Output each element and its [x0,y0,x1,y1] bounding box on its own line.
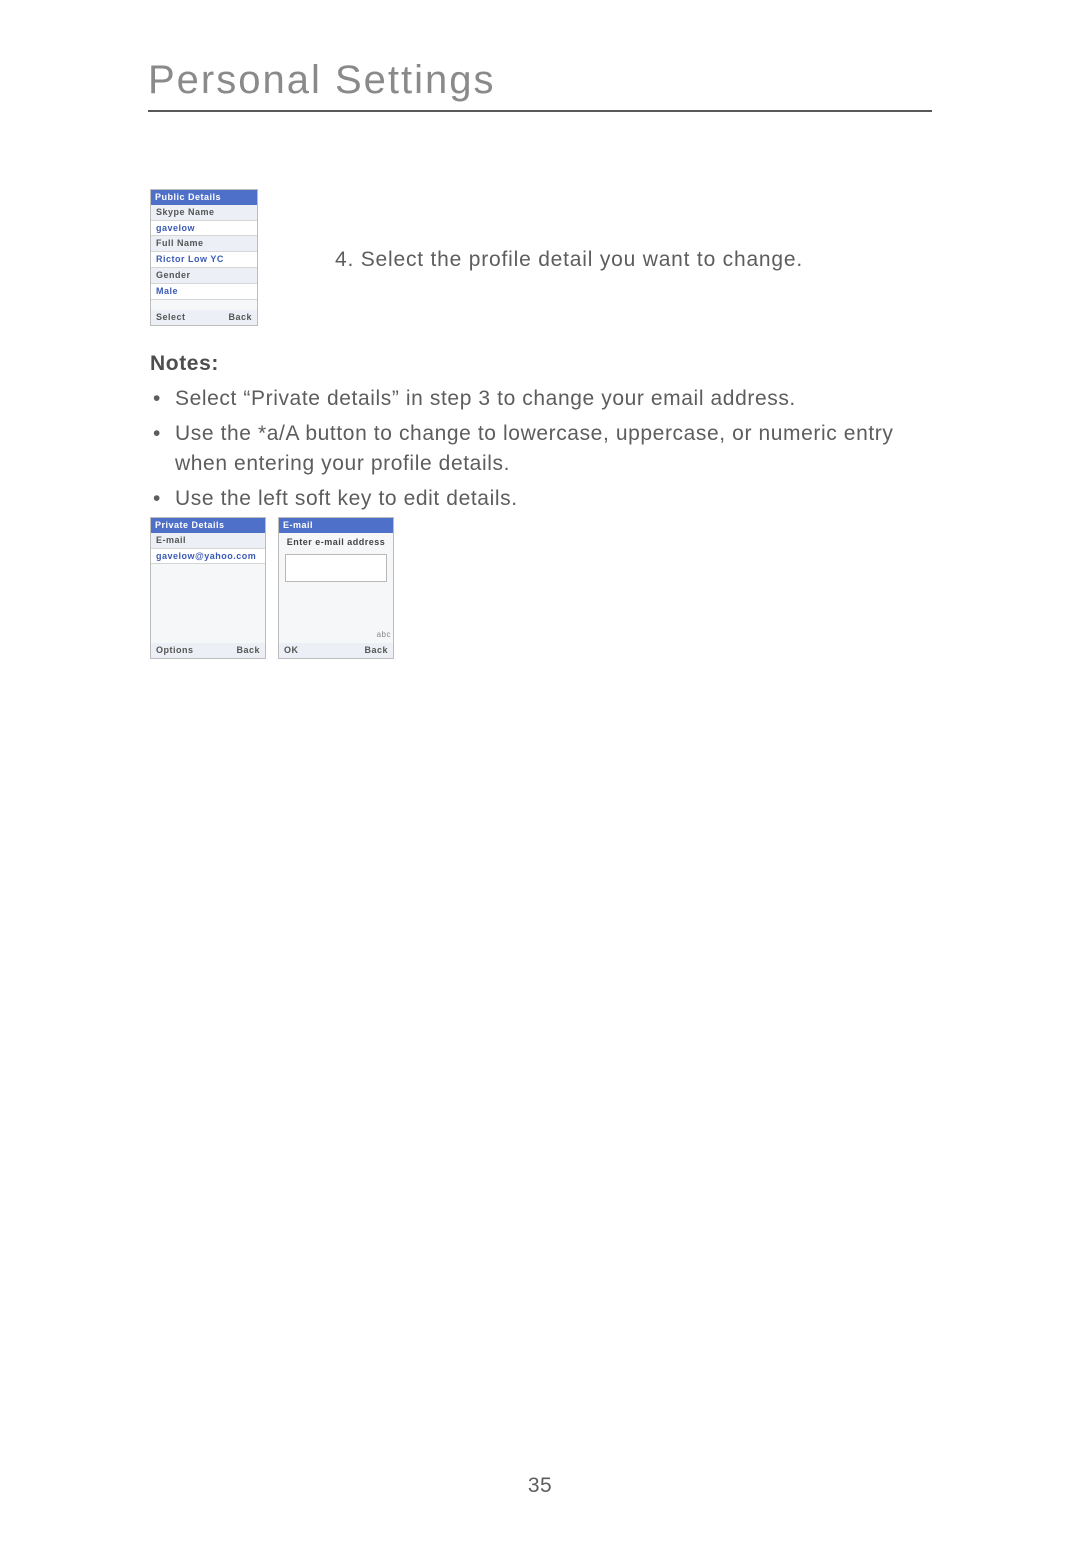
thumb-titlebar: Public Details [151,190,257,205]
notes-list: Select “Private details” in step 3 to ch… [153,378,943,514]
softkey-right: Back [364,645,388,656]
notes-item: Use the *a/A button to change to lowerca… [153,419,943,478]
softkey-left: Select [156,312,186,323]
softkey-left: OK [284,645,299,656]
thumb-titlebar: E-mail [279,518,393,533]
notes-heading: Notes: [150,352,219,376]
thumb-row-label: E-mail [151,533,265,549]
notes-item: Use the left soft key to edit details. [153,484,943,513]
page-title: Personal Settings [148,58,496,103]
thumb-row-value: Male [151,284,257,300]
screenshot-private-details: Private Details E-mail gavelow@yahoo.com… [150,517,266,659]
title-underline [148,110,932,112]
softkey-right: Back [236,645,260,656]
thumb-row-label: Skype Name [151,205,257,221]
thumb-titlebar: Private Details [151,518,265,533]
thumb-row-value: gavelow [151,221,257,237]
thumb-row-label: Full Name [151,236,257,252]
thumb-row-value: gavelow@yahoo.com [151,549,265,565]
thumb-entry-mode: abc [377,630,391,640]
page-number: 35 [0,1474,1080,1498]
softkey-left: Options [156,645,194,656]
notes-item: Select “Private details” in step 3 to ch… [153,384,943,413]
thumb-input [285,554,387,582]
screenshot-public-details: Public Details Skype Name gavelow Full N… [150,189,258,326]
thumb-prompt: Enter e-mail address [279,533,393,552]
softkey-right: Back [228,312,252,323]
thumb-row-value: Rictor Low YC [151,252,257,268]
thumb-row-label: Gender [151,268,257,284]
screenshot-email-entry: E-mail Enter e-mail address abc OK Back [278,517,394,659]
step-4-text: 4. Select the profile detail you want to… [335,248,803,272]
